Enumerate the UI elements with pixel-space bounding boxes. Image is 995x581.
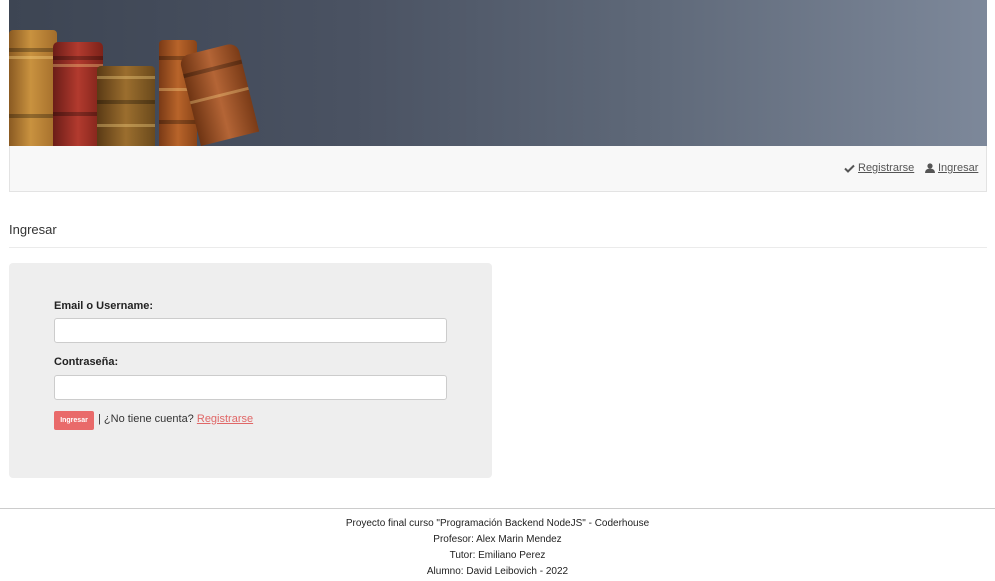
check-icon bbox=[844, 164, 855, 173]
register-link[interactable]: Registrarse bbox=[197, 413, 253, 425]
no-account-text: | ¿No tiene cuenta? bbox=[98, 413, 194, 425]
password-label: Contraseña: bbox=[54, 356, 119, 368]
footer-student-line: Alumno: David Leibovich - 2022 bbox=[426, 566, 569, 577]
footer-tutor-line: Tutor: Emiliano Perez bbox=[449, 550, 546, 561]
email-label: Email o Username: bbox=[54, 300, 154, 312]
login-submit-button[interactable]: Ingresar bbox=[54, 411, 94, 430]
divider bbox=[9, 247, 987, 248]
book-illustration bbox=[53, 42, 103, 146]
password-input[interactable] bbox=[54, 375, 447, 400]
login-nav-label: Ingresar bbox=[938, 162, 979, 174]
register-nav-label: Registrarse bbox=[858, 162, 915, 174]
page: Registrarse Ingresar Ingresar Email o Us… bbox=[0, 0, 995, 581]
footer-divider bbox=[0, 508, 995, 509]
login-form-panel: Email o Username: Contraseña: Ingresar |… bbox=[9, 263, 492, 478]
footer-professor-line: Profesor: Alex Marin Mendez bbox=[433, 534, 562, 545]
user-icon bbox=[925, 163, 935, 173]
footer-course-line: Proyecto final curso "Programación Backe… bbox=[345, 518, 650, 529]
register-nav-link[interactable]: Registrarse bbox=[844, 162, 914, 174]
footer: Proyecto final curso "Programación Backe… bbox=[0, 516, 995, 580]
book-illustration bbox=[97, 66, 155, 146]
email-input[interactable] bbox=[54, 318, 447, 343]
navbar: Registrarse Ingresar bbox=[9, 146, 987, 192]
login-nav-link[interactable]: Ingresar bbox=[925, 162, 978, 174]
page-title: Ingresar bbox=[9, 222, 57, 237]
no-account-text-row: | ¿No tiene cuenta? Registrarse bbox=[98, 413, 253, 425]
book-illustration bbox=[9, 30, 57, 146]
header-banner-image bbox=[9, 0, 987, 146]
